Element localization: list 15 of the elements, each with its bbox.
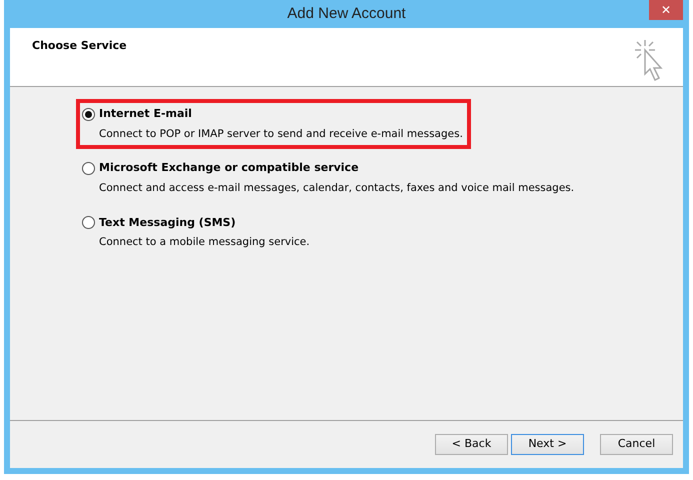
option-description: Connect to a mobile messaging service.	[98, 235, 310, 250]
dialog-button[interactable]: Next >	[511, 434, 584, 455]
dialog-button[interactable]: < Back	[435, 434, 508, 455]
dialog-button[interactable]: Cancel	[600, 434, 673, 455]
header-title: Choose Service	[32, 38, 127, 54]
radio-option[interactable]: Internet E-mail	[82, 106, 463, 122]
radio-button[interactable]	[82, 216, 95, 230]
option-description: Connect to POP or IMAP server to send and receive e-mail messages.	[98, 126, 463, 142]
window-title: Add New Account	[287, 4, 406, 24]
close-button[interactable]: ✕	[649, 0, 683, 20]
radio-option[interactable]: Text Messaging (SMS)	[82, 214, 310, 231]
radio-option[interactable]: Microsoft Exchange or compatible service	[82, 160, 574, 177]
option-description: Connect and access e-mail messages, calendar, contacts, faxes and voice mail messages.	[98, 180, 574, 196]
radio-button[interactable]	[82, 162, 95, 175]
radio-button[interactable]	[82, 108, 95, 121]
